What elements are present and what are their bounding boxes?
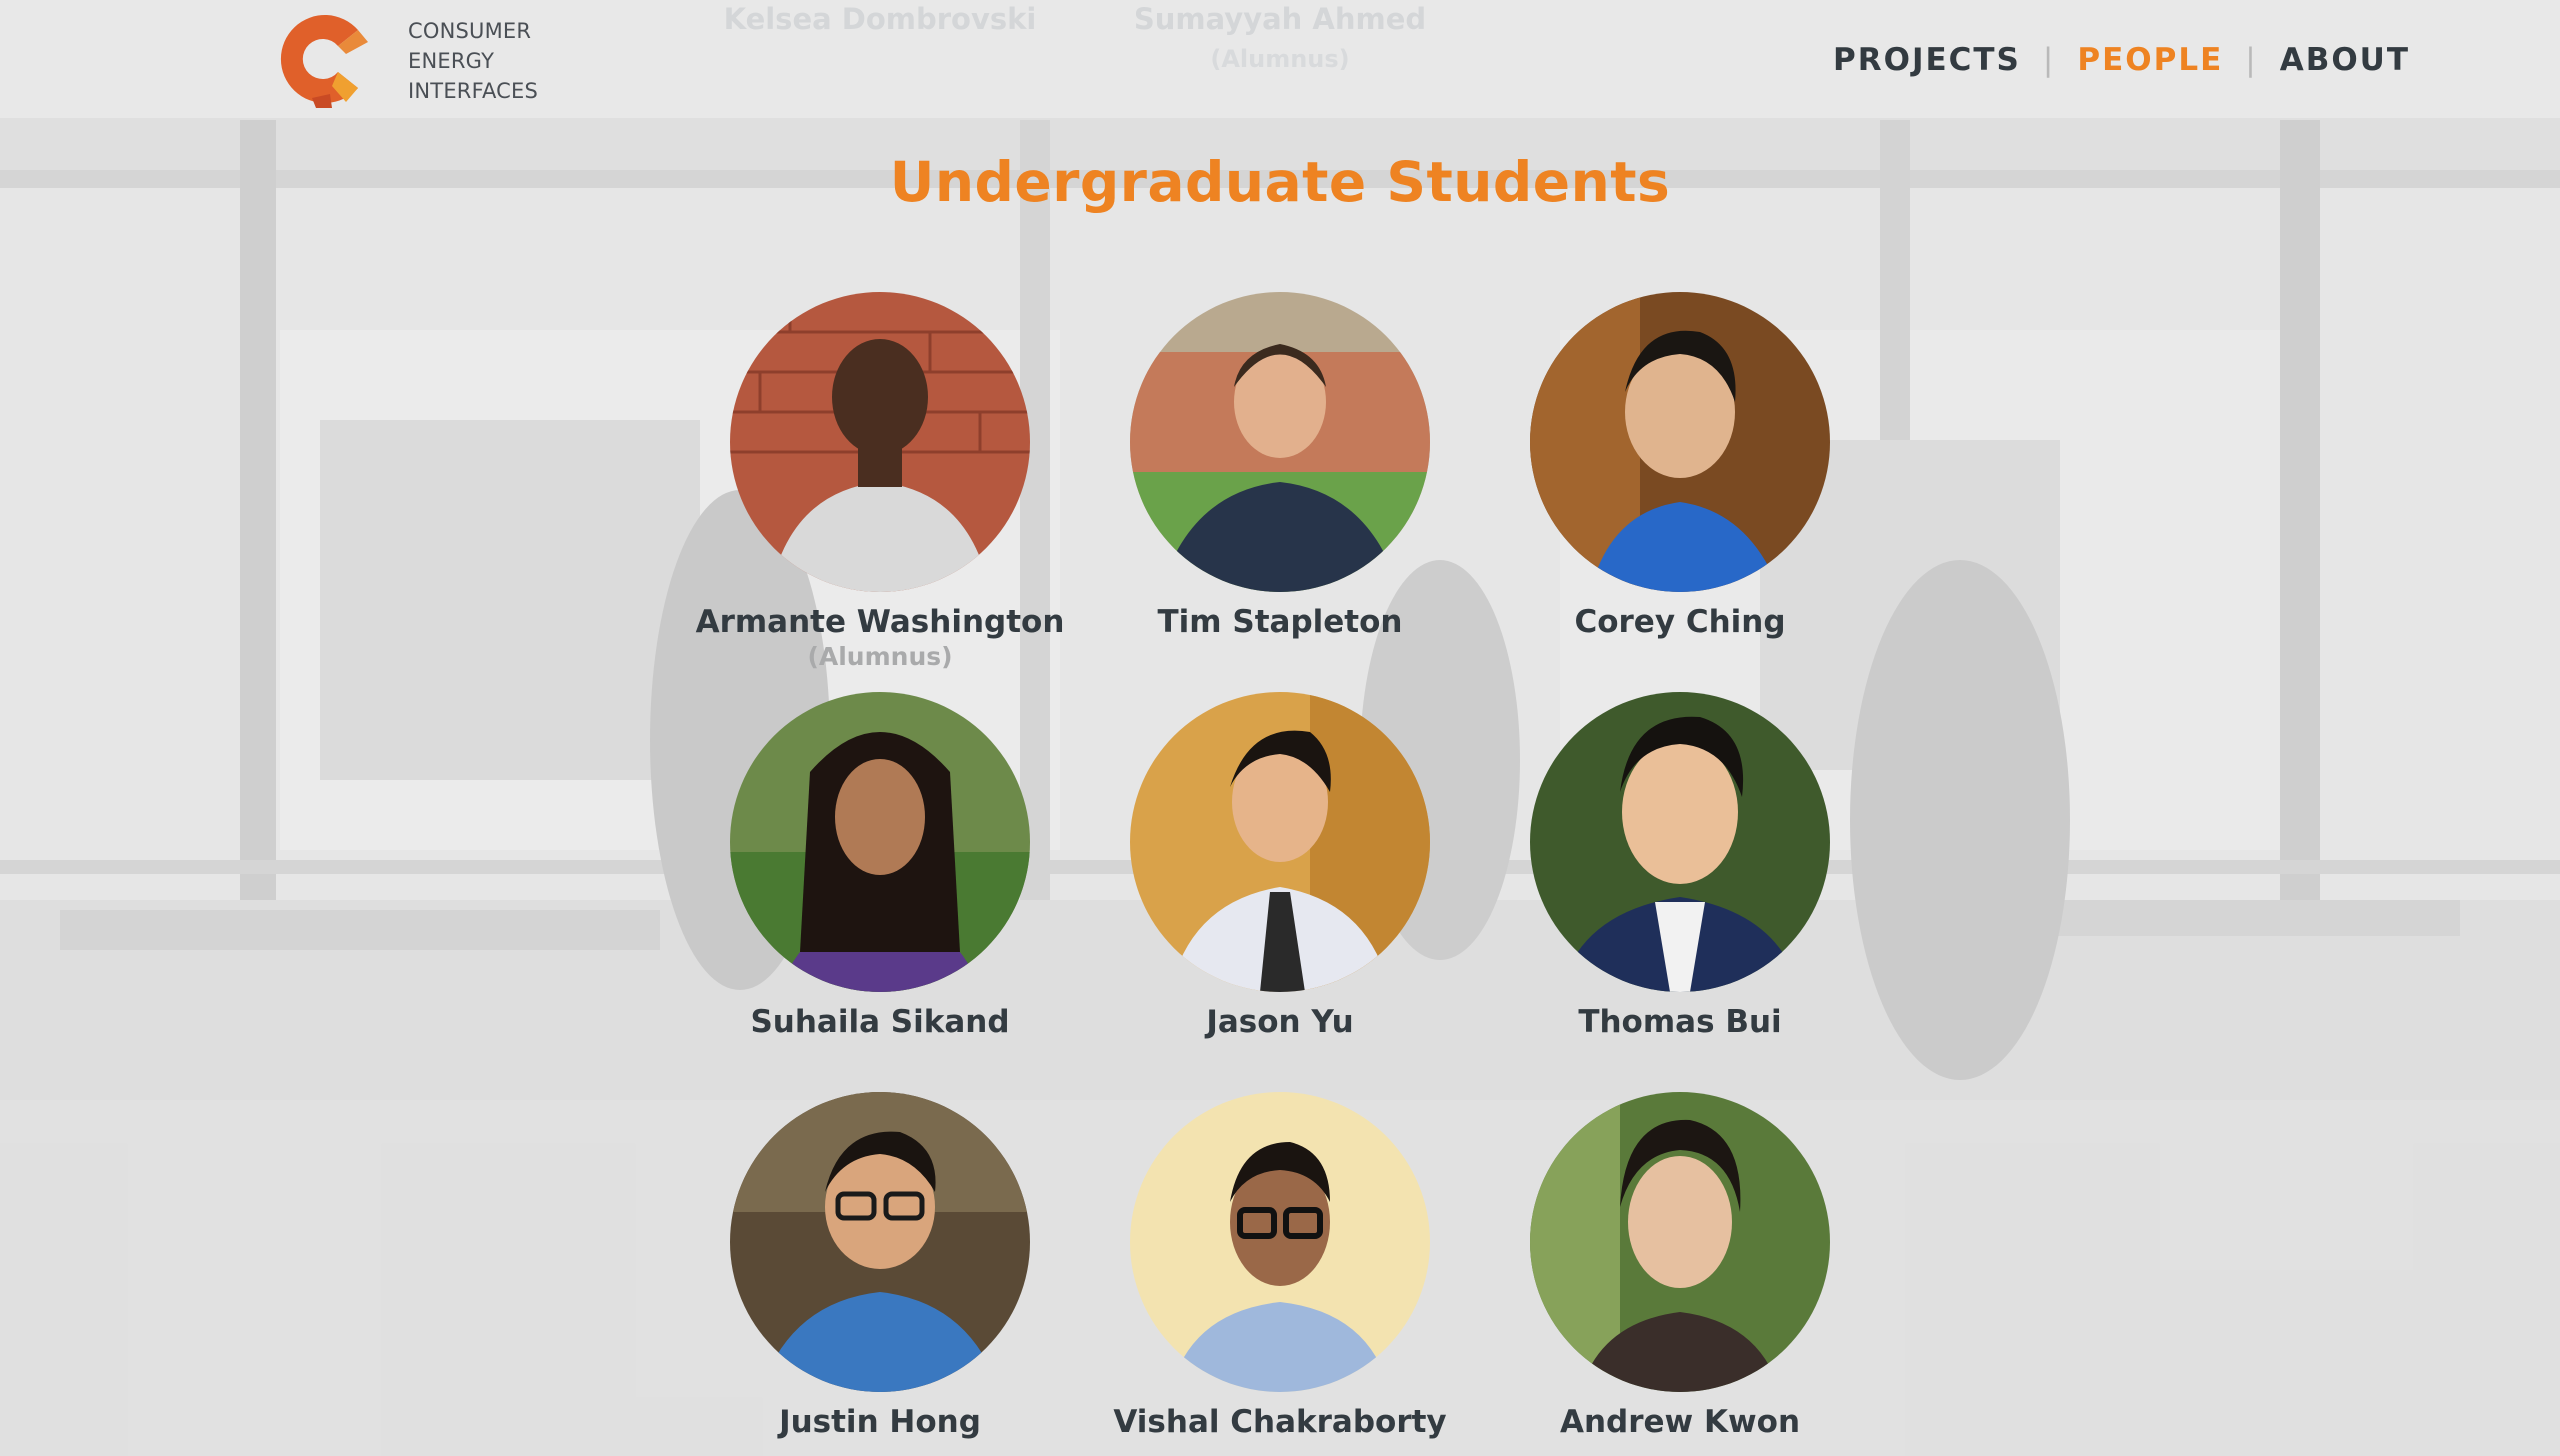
nav-separator: | [2245, 42, 2258, 78]
logo-line-2: ENERGY [408, 49, 495, 73]
previous-person-name: Sumayyah Ahmed [1133, 2, 1427, 36]
person-status: (Alumnus) [807, 642, 953, 671]
person-photo[interactable] [1130, 692, 1430, 992]
person-name[interactable]: Andrew Kwon [1470, 1402, 1890, 1442]
person-name[interactable]: Thomas Bui [1470, 1002, 1890, 1042]
cei-logo[interactable] [272, 8, 372, 110]
main-nav: PROJECTS | PEOPLE | ABOUT [1833, 38, 2410, 82]
person-name[interactable]: Armante Washington [670, 602, 1090, 642]
logo-line-1: CONSUMER [408, 19, 532, 43]
person-card[interactable]: Thomas Bui [1470, 692, 1890, 1042]
nav-people-link[interactable]: PEOPLE [2077, 42, 2223, 78]
person-name[interactable]: Tim Stapleton [1070, 602, 1490, 642]
nav-projects-link[interactable]: PROJECTS [1833, 42, 2021, 78]
person-name[interactable]: Vishal Chakraborty [1070, 1402, 1490, 1442]
person-name[interactable]: Justin Hong [670, 1402, 1090, 1442]
person-photo[interactable] [730, 292, 1030, 592]
previous-person-status: (Alumnus) [1210, 45, 1350, 73]
person-card[interactable]: Jason Yu [1070, 692, 1490, 1042]
section-title: Undergraduate Students [889, 150, 1671, 214]
person-photo[interactable] [1530, 1092, 1830, 1392]
person-name[interactable]: Jason Yu [1070, 1002, 1490, 1042]
person-photo[interactable] [1130, 1092, 1430, 1392]
person-card[interactable]: Vishal Chakraborty [1070, 1092, 1490, 1442]
logo-line-3: INTERFACES [408, 79, 538, 103]
person-photo[interactable] [730, 692, 1030, 992]
person-photo[interactable] [1530, 692, 1830, 992]
person-card[interactable]: Suhaila Sikand [670, 692, 1090, 1042]
person-name[interactable]: Corey Ching [1470, 602, 1890, 642]
person-photo[interactable] [1130, 292, 1430, 592]
person-card[interactable]: Justin Hong [670, 1092, 1090, 1442]
person-photo[interactable] [730, 1092, 1030, 1392]
person-photo[interactable] [1530, 292, 1830, 592]
logo-wordmark: CONSUMER ENERGY INTERFACES [408, 16, 538, 106]
person-card[interactable]: Corey Ching [1470, 292, 1890, 642]
nav-about-link[interactable]: ABOUT [2280, 42, 2410, 78]
previous-person-name: Kelsea Dombrovski [723, 2, 1037, 36]
nav-separator: | [2042, 42, 2056, 78]
person-card[interactable]: Armante Washington (Alumnus) [670, 292, 1090, 672]
person-card[interactable]: Andrew Kwon [1470, 1092, 1890, 1442]
site-header: CONSUMER ENERGY INTERFACES Kelsea Dombro… [0, 0, 2560, 118]
person-card[interactable]: Tim Stapleton [1070, 292, 1490, 642]
person-name[interactable]: Suhaila Sikand [670, 1002, 1090, 1042]
